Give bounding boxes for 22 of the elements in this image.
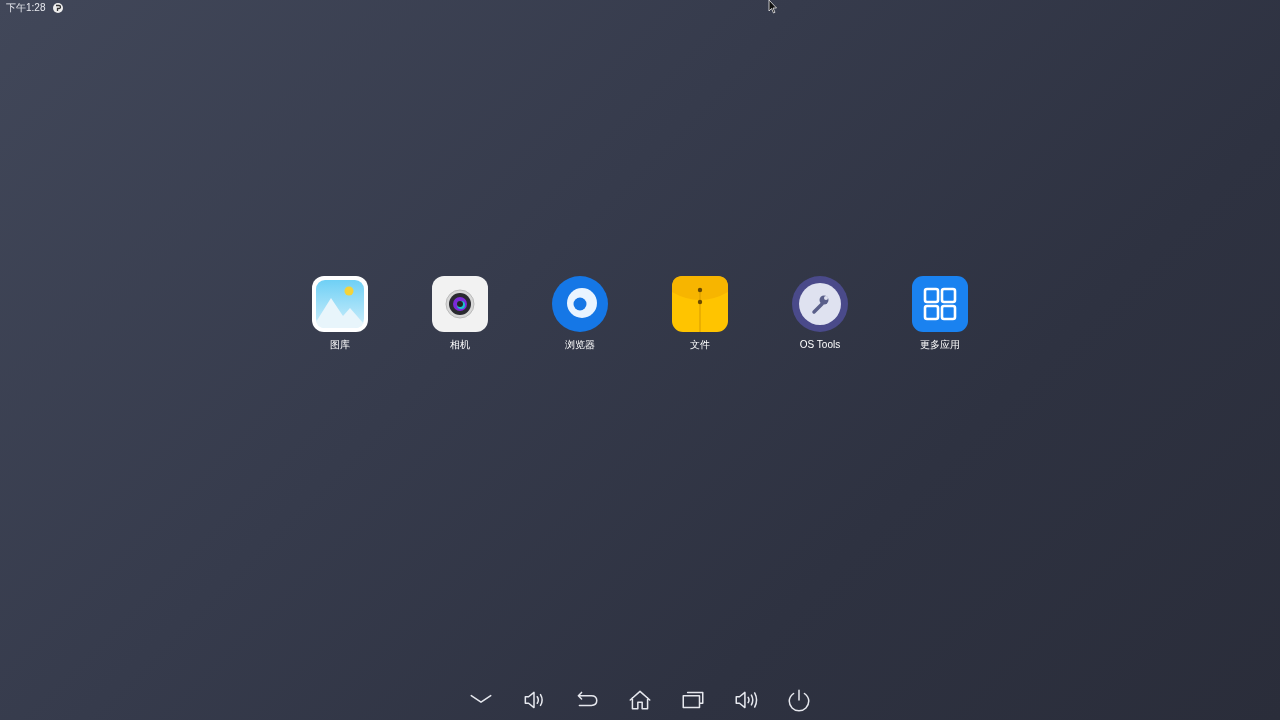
- power-icon[interactable]: [786, 687, 812, 713]
- app-launcher[interactable]: 更多应用: [880, 276, 1000, 352]
- app-label: 浏览器: [565, 338, 595, 352]
- app-launcher[interactable]: 文件: [640, 276, 760, 352]
- app-launcher[interactable]: 浏览器: [520, 276, 640, 352]
- envelope-icon: [672, 276, 728, 332]
- mouse-cursor-icon: [768, 0, 778, 14]
- app-launcher[interactable]: 相机: [400, 276, 520, 352]
- app-label: OS Tools: [799, 338, 841, 352]
- app-label: 图库: [330, 338, 350, 352]
- app-grid-icon: [912, 276, 968, 332]
- app-launcher[interactable]: OS Tools: [760, 276, 880, 352]
- app-label: 文件: [690, 338, 710, 352]
- picture-icon: [312, 276, 368, 332]
- status-time: 下午1:28: [6, 3, 46, 13]
- browser-icon: [552, 276, 608, 332]
- camera-icon: [432, 276, 488, 332]
- wrench-icon: [792, 276, 848, 332]
- app-launcher[interactable]: 图库: [280, 276, 400, 352]
- notification-icon: [53, 3, 64, 13]
- app-label: 相机: [450, 338, 470, 352]
- app-label: 更多应用: [920, 338, 960, 352]
